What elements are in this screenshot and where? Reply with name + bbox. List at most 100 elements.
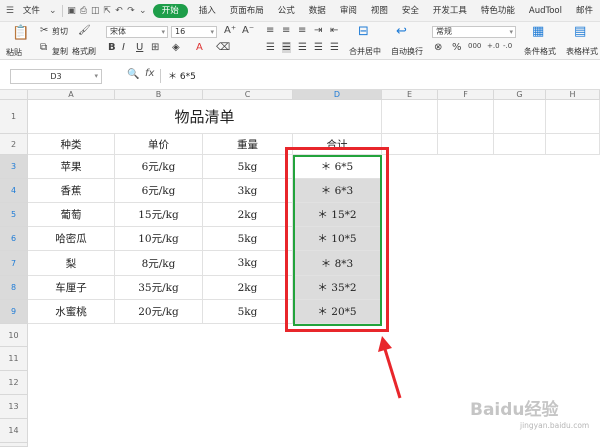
select-all-corner[interactable] bbox=[0, 90, 28, 100]
tab-developer[interactable]: 开发工具 bbox=[426, 0, 474, 22]
row-header-10[interactable]: 10 bbox=[0, 324, 28, 347]
print-preview-icon[interactable]: ◫ bbox=[89, 0, 101, 22]
table-cell[interactable]: 5kg bbox=[203, 155, 293, 179]
header-price[interactable]: 单价 bbox=[115, 134, 203, 155]
outdent-icon[interactable]: ⇤ bbox=[330, 25, 338, 36]
paste-button[interactable]: 粘贴 bbox=[6, 47, 22, 58]
font-name-select[interactable]: 宋体 ▾ bbox=[106, 26, 168, 38]
row-header-4[interactable]: 4 bbox=[0, 179, 28, 203]
title-cell[interactable]: 物品清单 bbox=[28, 100, 382, 134]
table-cell[interactable]: ＊ 6*3 bbox=[293, 179, 382, 203]
table-cell[interactable]: ＊ 8*3 bbox=[293, 251, 382, 276]
table-cell[interactable]: 3kg bbox=[203, 179, 293, 203]
align-center-icon[interactable]: ☰ bbox=[282, 42, 291, 53]
number-format-select[interactable]: 常规 ▾ bbox=[432, 26, 516, 38]
tab-view[interactable]: 视图 bbox=[364, 0, 395, 22]
table-cell[interactable]: ＊ 15*2 bbox=[293, 203, 382, 227]
column-header-a[interactable]: A bbox=[28, 90, 115, 100]
redo-icon[interactable]: ↷ bbox=[125, 0, 137, 22]
active-cell-d3[interactable]: ＊ 6*5 bbox=[293, 155, 382, 179]
file-menu[interactable]: 文件 bbox=[16, 0, 47, 22]
decrease-decimal-icon[interactable]: -.0 bbox=[503, 42, 512, 50]
align-middle-icon[interactable]: ≡ bbox=[282, 25, 290, 36]
table-cell[interactable]: 2kg bbox=[203, 276, 293, 300]
column-header-b[interactable]: B bbox=[115, 90, 203, 100]
table-cell[interactable]: 3kg bbox=[203, 251, 293, 276]
wrap-text-button[interactable]: 自动换行 bbox=[391, 46, 423, 57]
align-left-icon[interactable]: ☰ bbox=[266, 42, 275, 53]
table-style-icon[interactable]: ▤ bbox=[574, 24, 586, 39]
table-cell[interactable]: 梨 bbox=[28, 251, 115, 276]
wrap-text-icon[interactable]: ↩ bbox=[396, 24, 407, 39]
tab-security[interactable]: 安全 bbox=[395, 0, 426, 22]
zoom-icon[interactable]: 🔍 bbox=[127, 69, 139, 80]
table-cell[interactable]: 车厘子 bbox=[28, 276, 115, 300]
row-header-9[interactable]: 9 bbox=[0, 300, 28, 324]
column-header-g[interactable]: G bbox=[494, 90, 546, 100]
tab-insert[interactable]: 插入 bbox=[192, 0, 223, 22]
align-bottom-icon[interactable]: ≡ bbox=[298, 25, 306, 36]
distribute-icon[interactable]: ☰ bbox=[330, 42, 339, 53]
table-cell[interactable]: 6元/kg bbox=[115, 179, 203, 203]
format-painter-button[interactable]: 格式刷 bbox=[72, 46, 96, 57]
row-header-2[interactable]: 2 bbox=[0, 134, 28, 155]
table-cell[interactable]: ＊ 20*5 bbox=[293, 300, 382, 324]
header-total[interactable]: 合计 bbox=[293, 134, 382, 155]
table-cell[interactable]: 35元/kg bbox=[115, 276, 203, 300]
tab-mail[interactable]: 邮件 bbox=[569, 0, 600, 22]
cell-f1[interactable] bbox=[438, 100, 494, 134]
thousands-icon[interactable]: 000 bbox=[468, 42, 481, 50]
table-cell[interactable]: ＊ 10*5 bbox=[293, 227, 382, 251]
cell-e2[interactable] bbox=[382, 134, 438, 155]
row-header-6[interactable]: 6 bbox=[0, 227, 28, 251]
table-cell[interactable]: 葡萄 bbox=[28, 203, 115, 227]
cell-e1[interactable] bbox=[382, 100, 438, 134]
column-header-e[interactable]: E bbox=[382, 90, 438, 100]
table-cell[interactable]: 哈密瓜 bbox=[28, 227, 115, 251]
table-style-button[interactable]: 表格样式 bbox=[566, 46, 598, 57]
underline-icon[interactable]: U bbox=[136, 42, 143, 53]
copy-button[interactable]: 复制 bbox=[52, 46, 68, 57]
font-color-icon[interactable]: A bbox=[196, 42, 203, 53]
align-right-icon[interactable]: ☰ bbox=[298, 42, 307, 53]
conditional-format-button[interactable]: 条件格式 bbox=[524, 46, 556, 57]
row-header-3[interactable]: 3 bbox=[0, 155, 28, 179]
undo-icon[interactable]: ↶ bbox=[113, 0, 125, 22]
column-header-d[interactable]: D bbox=[293, 90, 382, 100]
tab-special-features[interactable]: 特色功能 bbox=[474, 0, 522, 22]
print-icon[interactable]: ⎙ bbox=[77, 0, 89, 22]
save-icon[interactable]: ▣ bbox=[66, 0, 78, 22]
table-cell[interactable]: 6元/kg bbox=[115, 155, 203, 179]
row-header-13[interactable]: 13 bbox=[0, 395, 28, 419]
border-icon[interactable]: ⊞ bbox=[151, 42, 159, 53]
table-cell[interactable]: 水蜜桃 bbox=[28, 300, 115, 324]
table-cell[interactable]: 5kg bbox=[203, 227, 293, 251]
table-cell[interactable]: 香蕉 bbox=[28, 179, 115, 203]
insert-function-button[interactable]: fx bbox=[145, 68, 154, 79]
cell-g2[interactable] bbox=[494, 134, 546, 155]
row-header-7[interactable]: 7 bbox=[0, 251, 28, 276]
justify-icon[interactable]: ☰ bbox=[314, 42, 323, 53]
tab-home[interactable]: 开始 bbox=[152, 3, 188, 18]
customize-icon[interactable]: ⌄ bbox=[137, 0, 149, 22]
row-header-11[interactable]: 11 bbox=[0, 347, 28, 371]
cell-f2[interactable] bbox=[438, 134, 494, 155]
tab-review[interactable]: 审阅 bbox=[333, 0, 364, 22]
table-cell[interactable]: 20元/kg bbox=[115, 300, 203, 324]
hamburger-menu-icon[interactable]: ☰ bbox=[4, 0, 16, 22]
conditional-format-icon[interactable]: ▦ bbox=[532, 24, 544, 39]
table-cell[interactable]: 15元/kg bbox=[115, 203, 203, 227]
row-header-15[interactable] bbox=[0, 443, 28, 447]
table-cell[interactable]: 5kg bbox=[203, 300, 293, 324]
table-cell[interactable]: ＊ 35*2 bbox=[293, 276, 382, 300]
row-header-14[interactable]: 14 bbox=[0, 419, 28, 443]
tab-data[interactable]: 数据 bbox=[302, 0, 333, 22]
fill-color-icon[interactable]: ◈ bbox=[172, 42, 180, 53]
align-top-icon[interactable]: ≡ bbox=[266, 25, 274, 36]
merge-center-button[interactable]: 合并居中 bbox=[349, 46, 381, 57]
row-header-5[interactable]: 5 bbox=[0, 203, 28, 227]
italic-icon[interactable]: I bbox=[122, 42, 125, 53]
row-header-1[interactable]: 1 bbox=[0, 100, 28, 134]
paste-icon[interactable]: 📋 bbox=[12, 25, 29, 41]
bold-icon[interactable]: B bbox=[108, 42, 116, 53]
